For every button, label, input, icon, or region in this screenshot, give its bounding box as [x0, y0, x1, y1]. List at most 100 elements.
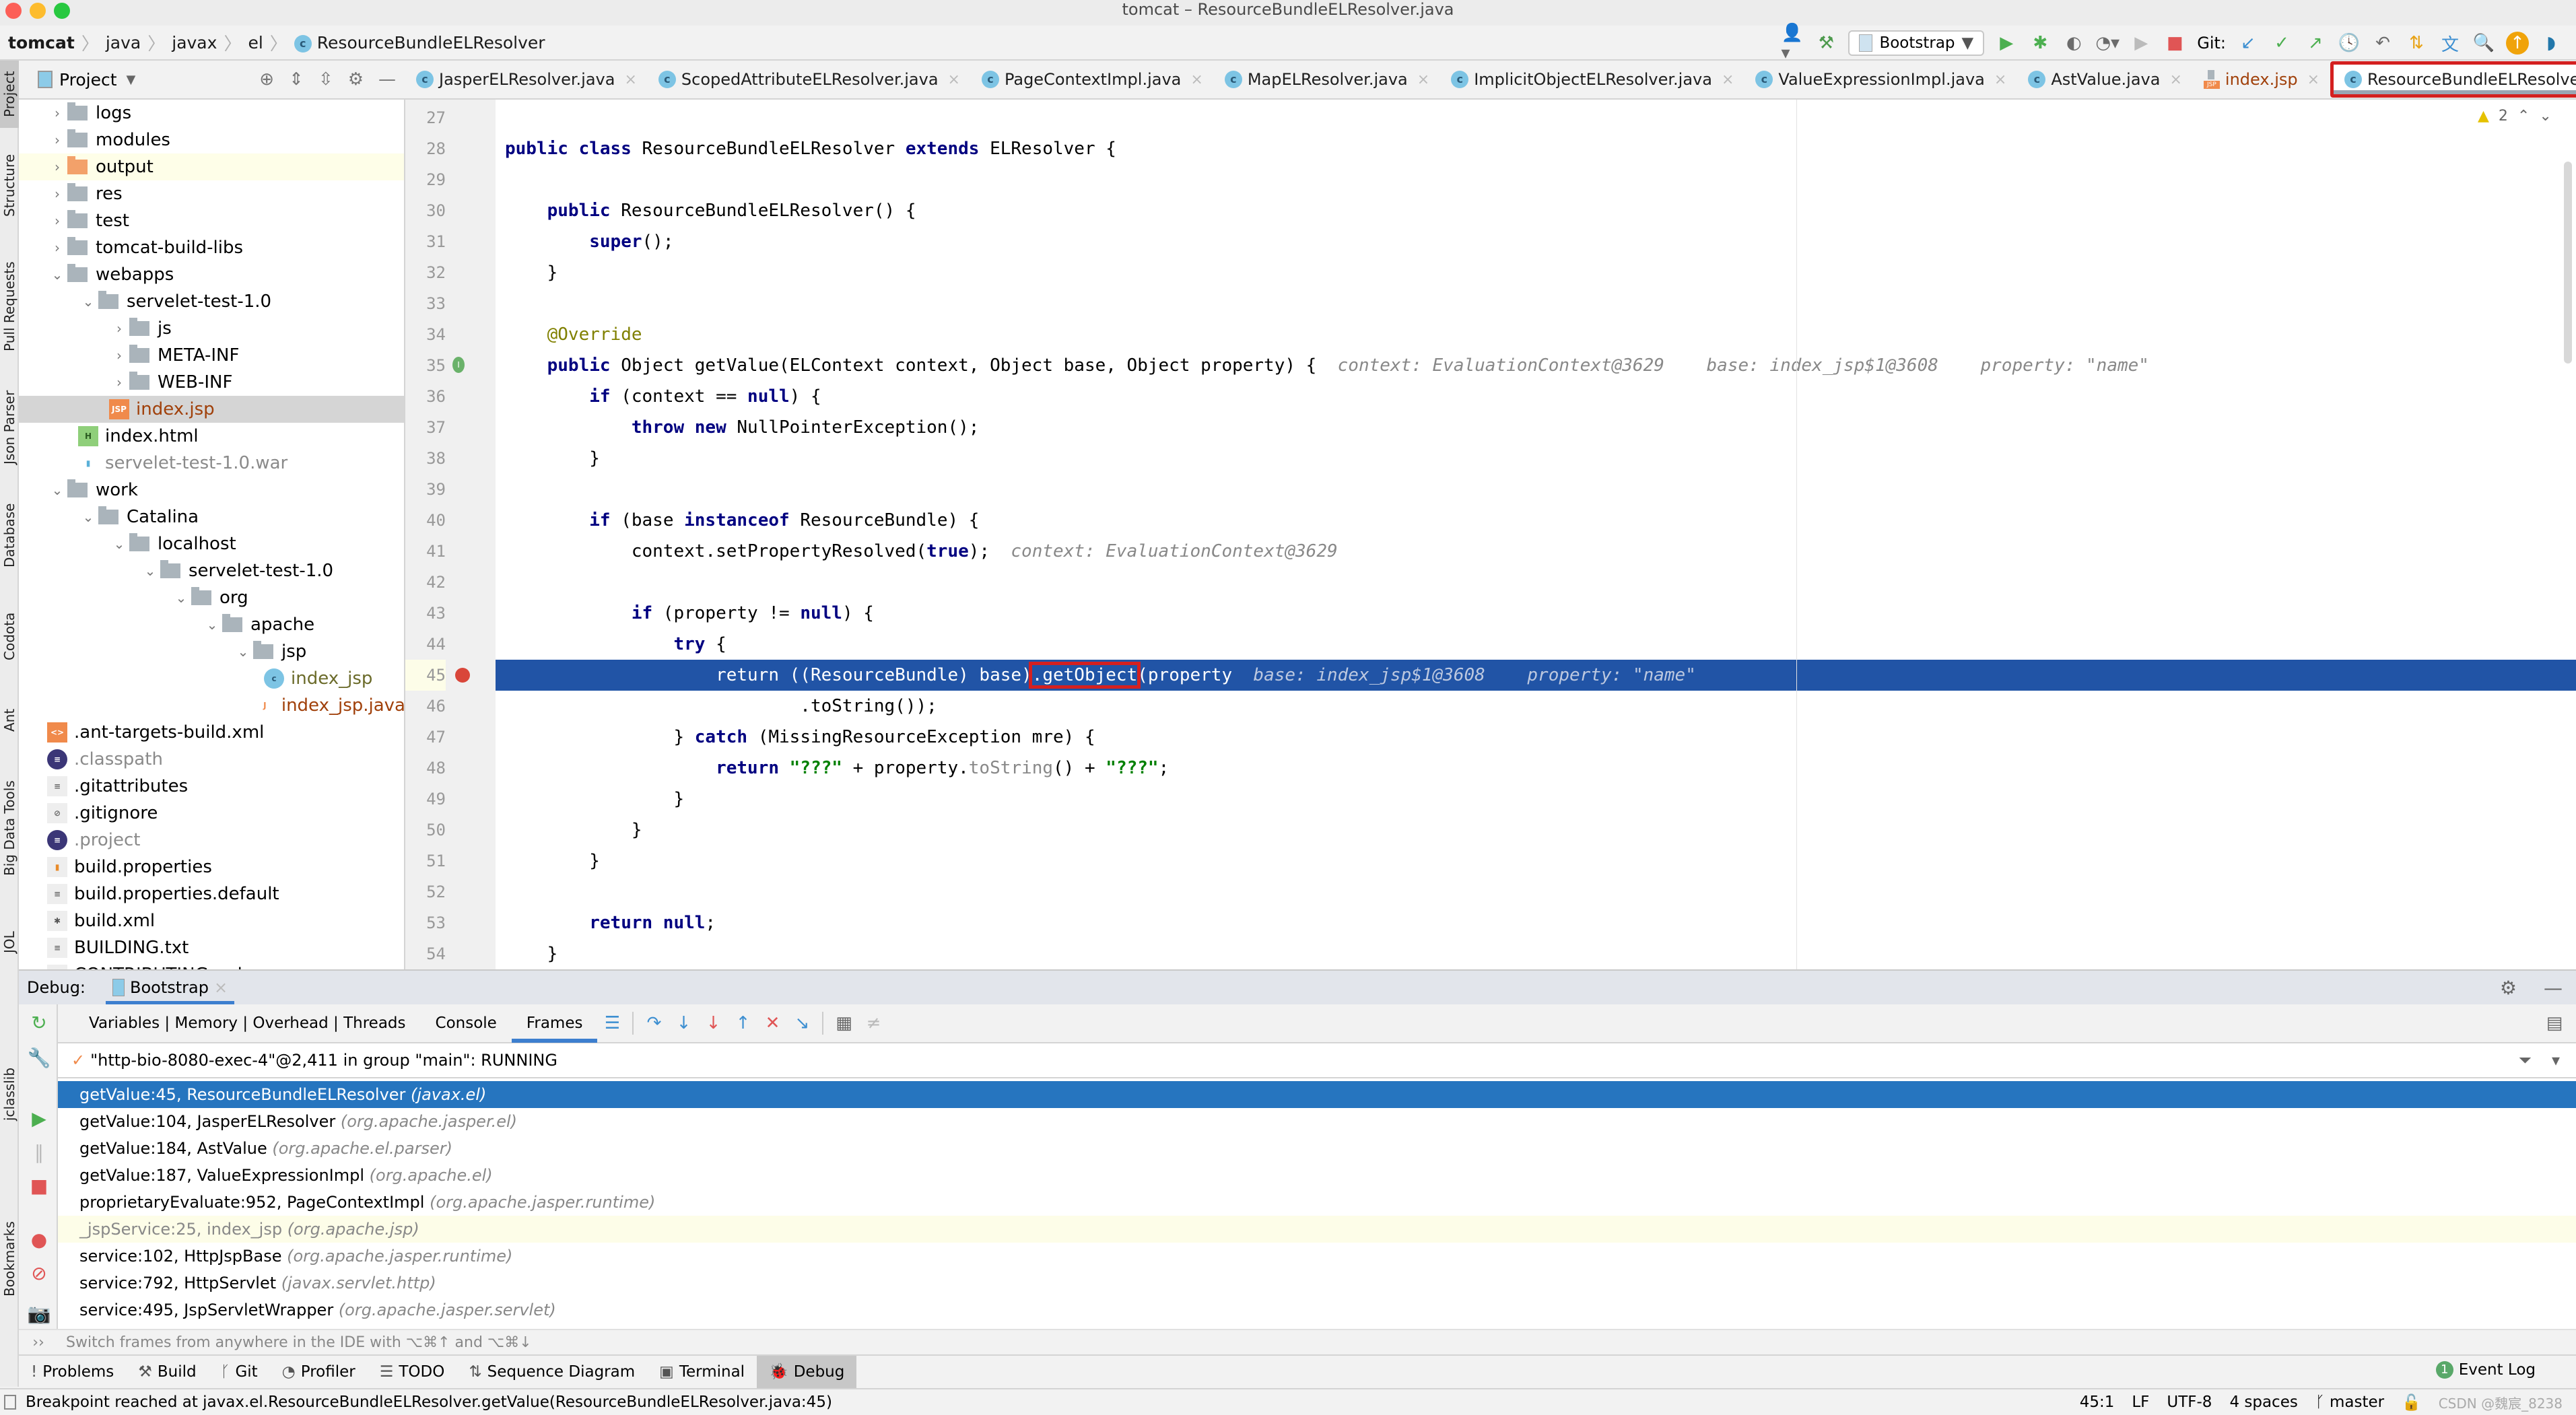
thread-selector[interactable]: ✓ "http-bio-8080-exec-4"@2,411 in group …: [58, 1043, 2576, 1078]
stop-icon[interactable]: ■: [2163, 32, 2186, 55]
debug-icon[interactable]: ✱: [2029, 32, 2052, 55]
tree-item[interactable]: › logs: [19, 100, 404, 127]
editor-tab[interactable]: c ImplicitObjectELResolver.java ×: [1440, 61, 1744, 98]
code-line[interactable]: public Object getValue(ELContext context…: [496, 350, 2576, 381]
drop-frame-icon[interactable]: ✕: [757, 1008, 787, 1038]
close-icon[interactable]: ×: [214, 978, 228, 997]
close-tab-icon[interactable]: ×: [2307, 71, 2319, 88]
code-line[interactable]: if (property != null) {: [496, 598, 2576, 629]
resume-icon[interactable]: ▶: [26, 1105, 53, 1132]
code-editor[interactable]: public class ResourceBundleELResolver ex…: [496, 100, 2576, 969]
code-line[interactable]: [496, 288, 2576, 319]
rollback-icon[interactable]: ↶: [2371, 32, 2394, 55]
tree-item[interactable]: › tomcat-build-libs: [19, 234, 404, 261]
evaluate-expression-icon[interactable]: ▦: [829, 1008, 858, 1038]
settings-wrench-icon[interactable]: 🔧: [26, 1045, 53, 1072]
line-number[interactable]: 53: [405, 907, 446, 938]
editor-tab[interactable]: c AstValue.java ×: [2017, 61, 2193, 98]
close-window-button[interactable]: [5, 3, 22, 19]
code-line[interactable]: public ResourceBundleELResolver() {: [496, 195, 2576, 226]
tool-tab-jol[interactable]: JOL: [0, 909, 19, 976]
line-number[interactable]: 31: [405, 226, 446, 257]
chevron-down-icon[interactable]: ⌄: [202, 617, 222, 633]
attach-icon[interactable]: ▶: [2130, 32, 2153, 55]
git-push-icon[interactable]: ↗: [2304, 32, 2327, 55]
code-line[interactable]: .toString());: [496, 691, 2576, 722]
sequence-diagram-icon[interactable]: ⇅: [2405, 32, 2428, 55]
execution-line[interactable]: return ((ResourceBundle) base).getObject…: [496, 660, 2576, 691]
tab-variables[interactable]: Variables | Memory | Overhead | Threads: [74, 1004, 421, 1043]
editor-tab[interactable]: JSP index.jsp ×: [2193, 61, 2330, 98]
tree-item[interactable]: ✱ build.xml: [19, 907, 404, 934]
breakpoint-icon[interactable]: [455, 668, 470, 683]
zoom-window-button[interactable]: [54, 3, 70, 19]
line-number[interactable]: 30: [405, 195, 446, 226]
code-line[interactable]: }: [496, 938, 2576, 969]
line-number[interactable]: 38: [405, 443, 446, 474]
tree-item[interactable]: ≡ build.properties.default: [19, 881, 404, 907]
bottom-tab-problems[interactable]: ! Problems: [19, 1356, 126, 1388]
run-config-select[interactable]: Bootstrap ▼: [1848, 30, 1985, 56]
code-line[interactable]: } catch (MissingResourceException mre) {: [496, 722, 2576, 753]
code-line[interactable]: [496, 474, 2576, 505]
chevron-down-icon[interactable]: ⌄: [78, 509, 98, 525]
line-number[interactable]: 54: [405, 938, 446, 969]
caret-position[interactable]: 45:1: [2080, 1393, 2115, 1411]
tree-item[interactable]: ⌄ webapps: [19, 261, 404, 288]
tree-item[interactable]: ≡ BUILDING.txt: [19, 934, 404, 961]
chevron-down-icon[interactable]: ⌄: [78, 294, 98, 310]
line-number[interactable]: 51: [405, 845, 446, 876]
git-update-icon[interactable]: ↙: [2237, 32, 2260, 55]
line-number[interactable]: 28: [405, 133, 446, 164]
chevron-down-icon[interactable]: ⌄: [47, 267, 67, 283]
chevron-right-icon[interactable]: ›: [109, 347, 129, 364]
layout-settings-icon[interactable]: ▤: [2540, 1008, 2569, 1038]
hide-icon[interactable]: —: [378, 69, 396, 90]
tree-item[interactable]: ≡ CONTRIBUTING.md: [19, 961, 404, 969]
chevron-down-icon[interactable]: ▾: [2552, 1051, 2560, 1070]
tree-item[interactable]: ⌄ Catalina: [19, 504, 404, 530]
tree-item[interactable]: › modules: [19, 127, 404, 153]
tree-item[interactable]: c index_jsp: [19, 665, 404, 692]
editor-tab[interactable]: c PageContextImpl.java ×: [971, 61, 1214, 98]
line-number[interactable]: 50: [405, 815, 446, 845]
tree-item[interactable]: ⊘ .gitignore: [19, 800, 404, 827]
code-line[interactable]: }: [496, 815, 2576, 845]
frame-item[interactable]: service:495, JspServletWrapper (org.apac…: [58, 1297, 2576, 1323]
chevron-right-icon[interactable]: ›: [109, 374, 129, 390]
chevron-down-icon[interactable]: ⌄: [233, 644, 253, 660]
tool-tab-json-parser[interactable]: Json Parser: [0, 377, 19, 478]
frame-item[interactable]: service:792, HttpServlet (javax.servlet.…: [58, 1270, 2576, 1297]
line-number[interactable]: 45: [405, 660, 446, 691]
chevron-down-icon[interactable]: ⌄: [140, 563, 160, 579]
chevron-right-icon[interactable]: ›: [47, 105, 67, 121]
tree-item[interactable]: › res: [19, 180, 404, 207]
tree-item[interactable]: <> .ant-targets-build.xml: [19, 719, 404, 746]
gear-icon[interactable]: ⚙: [2500, 977, 2517, 999]
tree-item[interactable]: ⌄ jsp: [19, 638, 404, 665]
tree-item[interactable]: ⌄ work: [19, 477, 404, 504]
coverage-icon[interactable]: ◐: [2062, 32, 2085, 55]
code-line[interactable]: throw new NullPointerException();: [496, 412, 2576, 443]
editor-tab[interactable]: c MapELResolver.java ×: [1214, 61, 1440, 98]
tab-console[interactable]: Console: [421, 1004, 512, 1043]
tree-item[interactable]: ▮ build.properties: [19, 854, 404, 881]
tree-item[interactable]: ⌄ servelet-test-1.0: [19, 288, 404, 315]
expand-all-icon[interactable]: ⇕: [289, 69, 304, 90]
project-view-select[interactable]: Project: [59, 70, 117, 90]
editor-scrollbar[interactable]: [2564, 162, 2572, 364]
code-line[interactable]: context.setPropertyResolved(true); conte…: [496, 536, 2576, 567]
tree-item[interactable]: ⌄ servelet-test-1.0: [19, 557, 404, 584]
frame-item[interactable]: getValue:45, ResourceBundleELResolver (j…: [58, 1081, 2576, 1108]
tree-item[interactable]: ⌄ apache: [19, 611, 404, 638]
close-tab-icon[interactable]: ×: [1722, 71, 1734, 88]
tool-tab-project[interactable]: Project: [0, 61, 19, 128]
tree-item[interactable]: › WEB-INF: [19, 369, 404, 396]
chevron-down-icon[interactable]: ▼: [127, 73, 136, 87]
close-tab-icon[interactable]: ×: [948, 71, 960, 88]
camera-icon[interactable]: 📷: [26, 1301, 53, 1327]
frame-item[interactable]: getValue:184, AstValue (org.apache.el.pa…: [58, 1135, 2576, 1162]
line-number[interactable]: 44: [405, 629, 446, 660]
user-icon[interactable]: 👤▾: [1781, 23, 1804, 63]
previous-highlight-icon[interactable]: ⌃: [2517, 108, 2530, 125]
